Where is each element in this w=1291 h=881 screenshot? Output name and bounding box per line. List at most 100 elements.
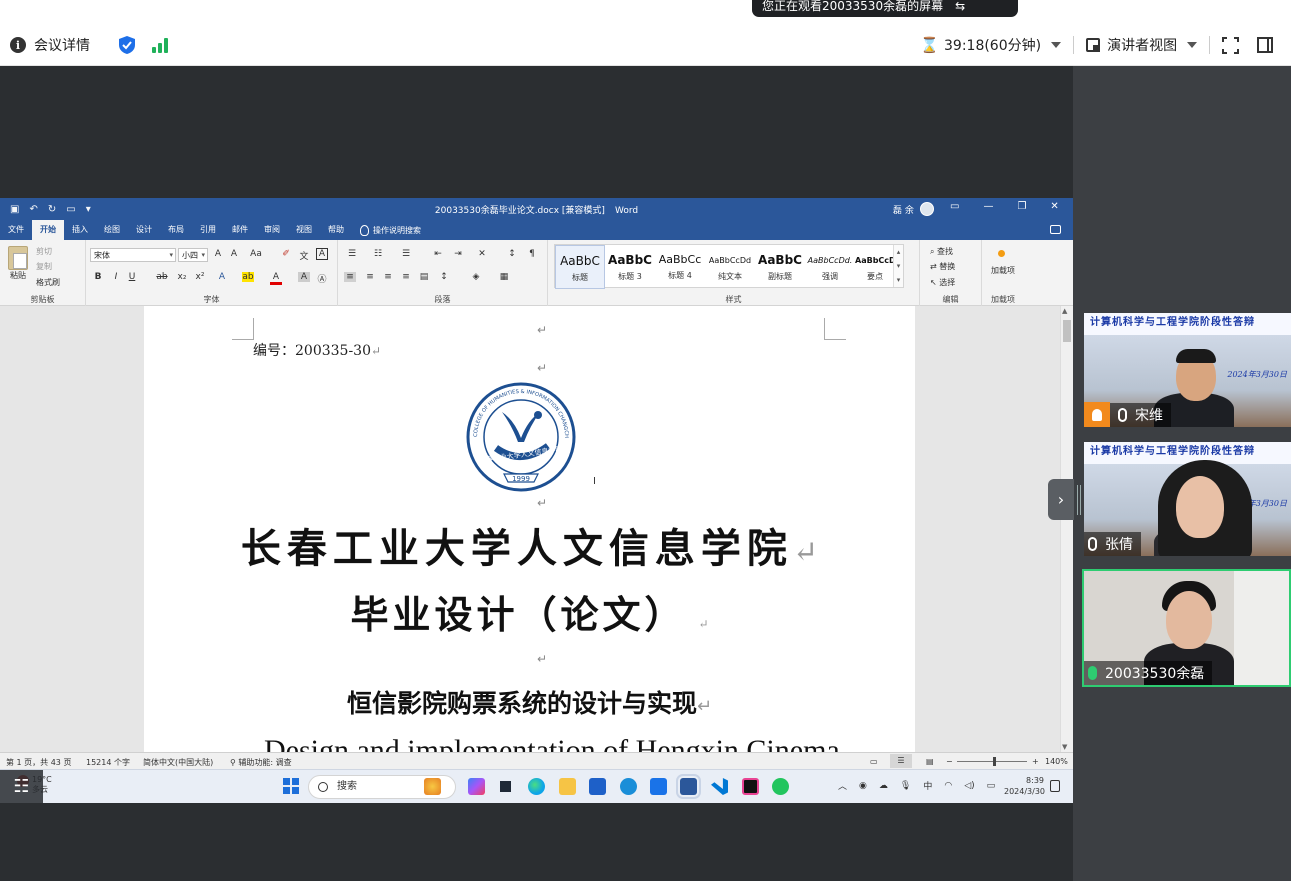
timer-chevron-down-icon[interactable] — [1051, 42, 1062, 48]
styles-scroll[interactable]: ▴ ▾ ▾ — [893, 245, 903, 287]
fullscreen-icon[interactable] — [1221, 35, 1241, 55]
character-border-icon[interactable]: A — [316, 248, 328, 260]
tab-layout[interactable]: 布局 — [160, 220, 192, 240]
enclose-characters-icon[interactable]: Ⓐ — [316, 272, 328, 285]
font-name-select[interactable]: 宋体 — [90, 248, 176, 262]
collapse-panel-button[interactable]: › — [1048, 479, 1074, 520]
web-layout-icon[interactable]: ▤ — [926, 757, 934, 766]
align-center-icon[interactable]: ≡ — [364, 272, 376, 282]
shrink-font-icon[interactable]: A — [228, 249, 240, 259]
font-color-icon[interactable]: A — [270, 272, 282, 285]
taskbar-clock[interactable]: 8:39 2024/3/30 — [1004, 775, 1045, 797]
grow-font-icon[interactable]: A — [212, 249, 224, 259]
style-item[interactable]: AaBbC 标题 3 — [605, 245, 655, 289]
edge-browser-icon[interactable] — [528, 778, 545, 795]
tab-references[interactable]: 引用 — [192, 220, 224, 240]
restore-icon[interactable]: ❐ — [1017, 201, 1026, 212]
subscript-icon[interactable]: x₂ — [176, 272, 188, 282]
network-signal-icon[interactable] — [152, 37, 168, 53]
phonetic-guide-icon[interactable]: 文 — [298, 249, 310, 262]
style-item[interactable]: AaBbC 标题 — [555, 245, 605, 289]
tray-cloud-icon[interactable]: ☁ — [879, 781, 888, 791]
windows-start-icon[interactable] — [283, 778, 299, 794]
account-area[interactable]: 磊 余 — [893, 202, 934, 216]
scroll-thumb[interactable] — [1063, 320, 1071, 342]
zoom-level[interactable]: 140% — [1045, 757, 1068, 766]
chinese-layout-icon[interactable]: ✕ — [476, 249, 488, 259]
align-left-icon[interactable]: ≡ — [344, 272, 356, 282]
print-layout-icon[interactable]: ☰ — [890, 754, 912, 768]
scroll-down-icon[interactable]: ▼ — [1062, 743, 1067, 751]
format-painter-button[interactable]: 格式刷 — [36, 277, 60, 288]
accessibility-status[interactable]: ⚲ 辅助功能: 调查 — [230, 757, 292, 768]
superscript-icon[interactable]: x² — [194, 272, 206, 282]
tab-help[interactable]: 帮助 — [320, 220, 352, 240]
sort-icon[interactable]: ↕ — [506, 249, 518, 259]
jetbrains-icon[interactable] — [742, 778, 759, 795]
cut-button[interactable]: 剪切 — [36, 246, 52, 257]
zoom-out-icon[interactable]: − — [946, 757, 953, 766]
task-view-icon[interactable] — [497, 778, 514, 795]
panel-resize-handle[interactable] — [1077, 485, 1081, 515]
style-item[interactable]: AaBbCcDd 纯文本 — [705, 245, 755, 289]
notification-icon[interactable] — [1050, 780, 1060, 792]
tell-me-search[interactable]: 操作说明搜索 — [360, 224, 421, 236]
style-item[interactable]: AaBbC 副标题 — [755, 245, 805, 289]
text-effects-icon[interactable]: A — [216, 272, 228, 282]
participant-tile[interactable]: 计算机科学与工程学院阶段性答辩 2024年3月30日 张倩 — [1084, 442, 1291, 556]
tab-design[interactable]: 设计 — [128, 220, 160, 240]
meeting-menu-icon[interactable]: ☷ — [0, 770, 43, 803]
microphone-icon[interactable]: 🎙 — [900, 781, 911, 791]
zoom-slider[interactable] — [957, 757, 1027, 766]
comments-icon[interactable] — [1050, 225, 1061, 234]
increase-indent-icon[interactable]: ⇥ — [452, 249, 464, 259]
underline-icon[interactable]: U — [126, 272, 138, 282]
wifi-icon[interactable]: ◠ — [944, 781, 952, 791]
find-button[interactable]: ⌕ 查找 — [930, 246, 953, 257]
photos-icon[interactable] — [650, 778, 667, 795]
justify-icon[interactable]: ≡ — [400, 272, 412, 282]
zoom-in-icon[interactable]: + — [1032, 757, 1039, 766]
language-status[interactable]: 简体中文(中国大陆) — [143, 757, 213, 768]
distributed-icon[interactable]: ▤ — [418, 272, 430, 282]
borders-icon[interactable]: ▦ — [498, 272, 510, 282]
minimize-icon[interactable]: — — [983, 201, 993, 212]
volume-icon[interactable]: ◁) — [964, 781, 974, 791]
panel-layout-icon[interactable] — [1257, 37, 1274, 53]
clear-formatting-icon[interactable]: ✐ — [280, 249, 292, 259]
scroll-up-icon[interactable]: ▲ — [1062, 307, 1067, 315]
show-hidden-icons-icon[interactable]: ︿ — [838, 779, 847, 792]
copilot-icon[interactable] — [468, 778, 485, 795]
battery-icon[interactable]: ▭ — [987, 781, 996, 791]
select-button[interactable]: ↖ 选择 — [930, 277, 955, 288]
view-mode-button[interactable]: 演讲者视图 — [1086, 35, 1198, 55]
vscode-icon[interactable] — [711, 778, 728, 795]
style-item[interactable]: AaBbCcDd 要点 — [855, 245, 895, 289]
word-app-icon[interactable] — [676, 774, 701, 799]
document-page[interactable]: ↵ 编号：200335-30↵ ↵ COLLEGE OF HUMANITIES … — [144, 306, 915, 752]
bullets-icon[interactable]: ☰ — [346, 249, 358, 259]
strikethrough-icon[interactable]: ab — [156, 272, 168, 282]
tab-home[interactable]: 开始 — [32, 220, 64, 240]
close-icon[interactable]: ✕ — [1050, 201, 1058, 212]
page-count[interactable]: 第 1 页，共 43 页 — [6, 757, 71, 768]
align-right-icon[interactable]: ≡ — [382, 272, 394, 282]
tab-file[interactable]: 文件 — [0, 220, 32, 240]
meeting-info-button[interactable]: i 会议详情 — [10, 35, 90, 55]
change-case-icon[interactable]: Aa — [250, 249, 262, 259]
wechat-icon[interactable] — [772, 778, 789, 795]
tab-insert[interactable]: 插入 — [64, 220, 96, 240]
tab-mailings[interactable]: 邮件 — [224, 220, 256, 240]
tray-app-icon[interactable]: ◉ — [859, 781, 867, 791]
copy-button[interactable]: 复制 — [36, 261, 52, 272]
input-method[interactable]: 中 — [923, 779, 932, 792]
style-item[interactable]: AaBbCc 标题 4 — [655, 245, 705, 289]
font-size-select[interactable]: 小四 — [178, 248, 208, 262]
bold-icon[interactable]: B — [92, 272, 104, 282]
highlight-icon[interactable]: ab — [242, 272, 254, 282]
vertical-scrollbar[interactable]: ▲ ▼ — [1060, 306, 1073, 752]
replace-button[interactable]: ⇄ 替换 — [930, 261, 955, 272]
tab-review[interactable]: 审阅 — [256, 220, 288, 240]
file-explorer-icon[interactable] — [559, 778, 576, 795]
italic-icon[interactable]: I — [110, 272, 122, 282]
